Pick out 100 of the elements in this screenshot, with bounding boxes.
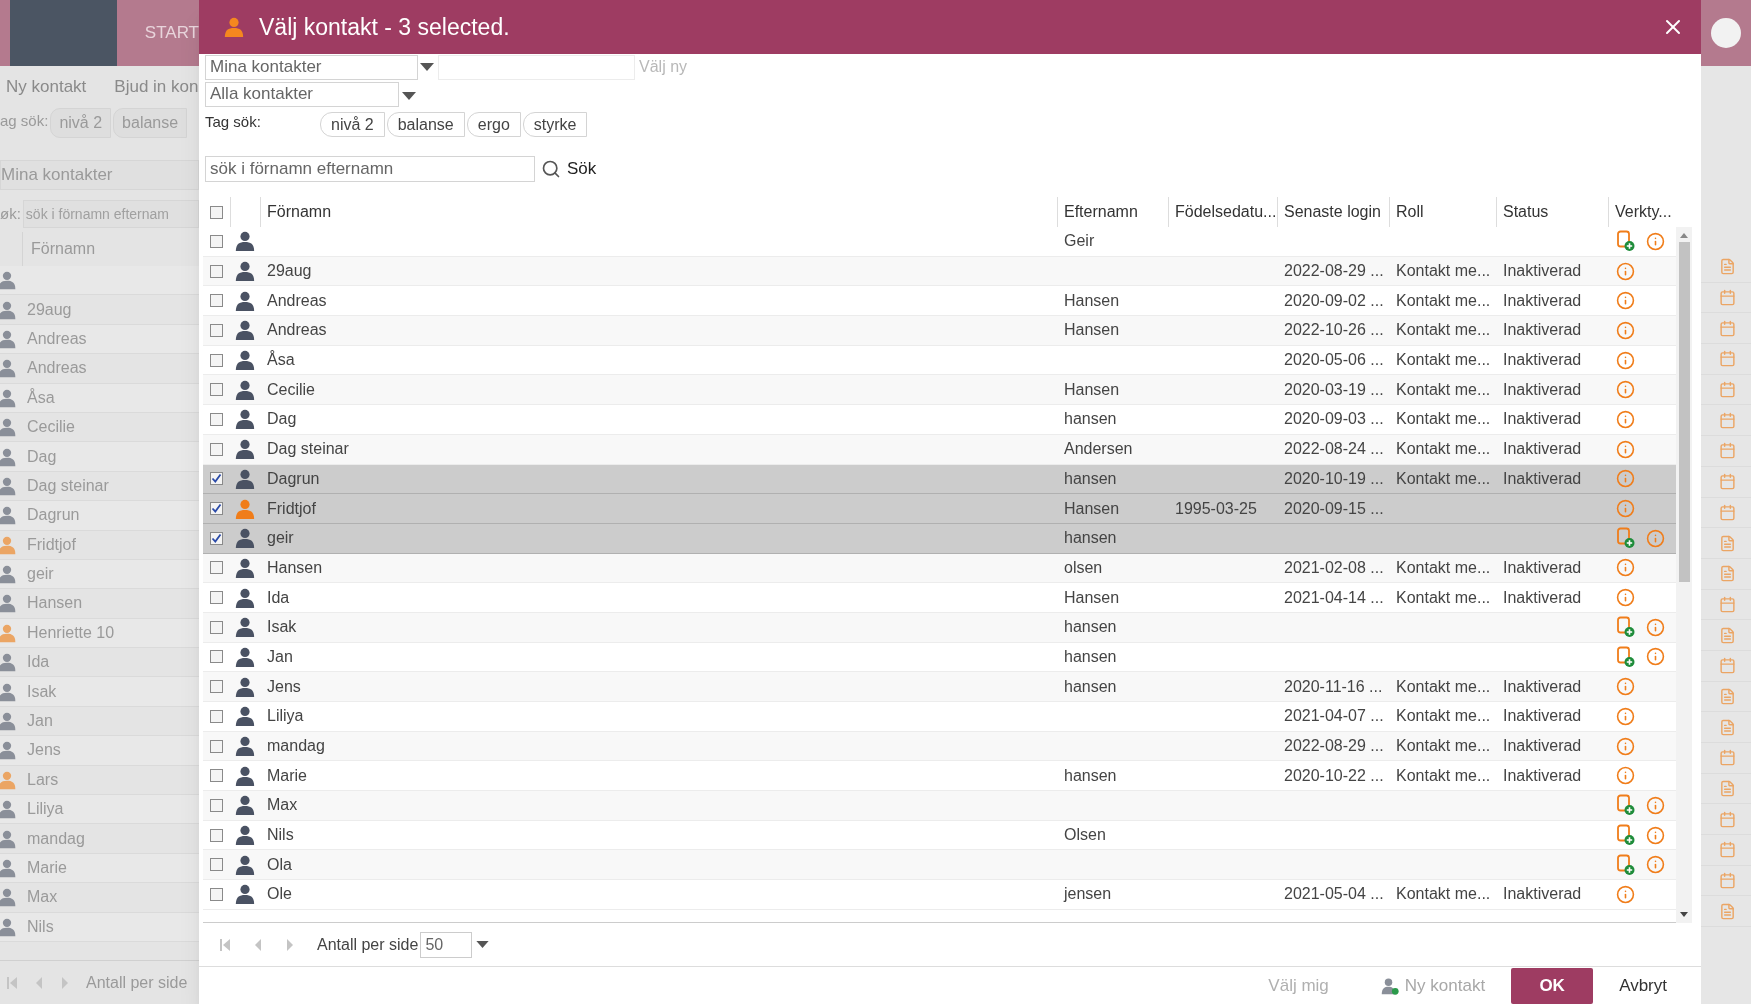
info-icon[interactable] bbox=[1646, 231, 1665, 251]
tag-chip[interactable]: styrke bbox=[522, 112, 588, 137]
calendar-icon[interactable] bbox=[1719, 289, 1736, 307]
info-icon[interactable] bbox=[1646, 617, 1665, 637]
info-icon[interactable] bbox=[1646, 855, 1665, 875]
list-select[interactable]: Mina kontakter bbox=[205, 54, 418, 80]
tag-chip[interactable]: nivå 2 bbox=[320, 112, 385, 137]
column-header[interactable]: Födelsedatu... bbox=[1175, 200, 1277, 224]
checkbox[interactable] bbox=[210, 472, 223, 486]
calendar-icon[interactable] bbox=[1719, 319, 1736, 337]
document-icon[interactable] bbox=[1719, 626, 1736, 644]
checkbox[interactable] bbox=[210, 709, 223, 723]
search-icon[interactable] bbox=[541, 159, 561, 179]
checkbox[interactable] bbox=[210, 858, 223, 872]
first-page-icon[interactable] bbox=[6, 975, 18, 990]
first-page-icon[interactable] bbox=[219, 937, 231, 952]
document-icon[interactable] bbox=[1719, 258, 1736, 276]
info-icon[interactable] bbox=[1646, 647, 1665, 667]
checkbox[interactable] bbox=[210, 264, 223, 278]
checkbox[interactable] bbox=[210, 887, 223, 901]
info-icon[interactable] bbox=[1616, 588, 1635, 608]
scrollbar[interactable] bbox=[1676, 227, 1692, 923]
dropdown-caret-icon[interactable] bbox=[476, 941, 490, 948]
add-document-icon[interactable] bbox=[1616, 794, 1636, 817]
calendar-icon[interactable] bbox=[1719, 872, 1736, 890]
checkbox[interactable] bbox=[210, 383, 223, 397]
checkbox[interactable] bbox=[210, 739, 223, 753]
checkbox[interactable] bbox=[210, 442, 223, 456]
column-header[interactable]: Roll bbox=[1396, 200, 1424, 224]
table-row[interactable]: Andreas Hansen 2022-10-26 ... Kontakt me... Inaktiverad bbox=[203, 316, 1676, 346]
add-document-icon[interactable] bbox=[1616, 527, 1636, 550]
info-icon[interactable] bbox=[1616, 409, 1635, 429]
calendar-icon[interactable] bbox=[1719, 657, 1736, 675]
scroll-down-icon[interactable] bbox=[1680, 912, 1688, 917]
table-row[interactable]: geir hansen bbox=[203, 523, 1676, 554]
document-icon[interactable] bbox=[1719, 687, 1736, 705]
page-size-select[interactable]: 50 bbox=[420, 931, 473, 958]
checkbox[interactable] bbox=[210, 561, 223, 575]
checkbox[interactable] bbox=[210, 353, 223, 367]
table-row[interactable]: Fridtjof Hansen 1995-03-25 2020-09-15 ... bbox=[203, 494, 1676, 524]
calendar-icon[interactable] bbox=[1719, 411, 1736, 429]
table-row[interactable]: Ola bbox=[203, 850, 1676, 881]
search-field[interactable]: sök i förnamn efternamn bbox=[205, 156, 535, 182]
info-icon[interactable] bbox=[1616, 558, 1635, 578]
checkbox[interactable] bbox=[210, 828, 223, 842]
calendar-icon[interactable] bbox=[1719, 350, 1736, 368]
calendar-icon[interactable] bbox=[1719, 503, 1736, 521]
column-header[interactable]: Efternamn bbox=[1064, 200, 1138, 224]
table-row[interactable]: Geir bbox=[203, 227, 1676, 257]
input-field[interactable] bbox=[438, 54, 635, 80]
checkbox[interactable] bbox=[210, 798, 223, 812]
checkbox[interactable] bbox=[210, 620, 223, 634]
checkbox[interactable] bbox=[210, 502, 223, 516]
document-icon[interactable] bbox=[1719, 718, 1736, 736]
info-icon[interactable] bbox=[1616, 884, 1635, 904]
info-icon[interactable] bbox=[1616, 380, 1635, 400]
info-icon[interactable] bbox=[1616, 499, 1635, 519]
column-header[interactable]: Förnamn bbox=[267, 200, 332, 224]
column-header[interactable]: Status bbox=[1503, 200, 1549, 224]
checkbox[interactable] bbox=[210, 680, 223, 694]
tag-chip[interactable]: balanse bbox=[386, 112, 465, 137]
checkbox[interactable] bbox=[210, 205, 223, 219]
next-page-icon[interactable] bbox=[60, 975, 70, 990]
checkbox[interactable] bbox=[210, 294, 223, 308]
avatar[interactable] bbox=[1711, 18, 1741, 48]
table-row[interactable]: 29aug 2022-08-29 ... Kontakt me... Inaktiverad bbox=[203, 256, 1676, 287]
cancel-button[interactable]: Avbryt bbox=[1613, 972, 1673, 999]
info-icon[interactable] bbox=[1616, 677, 1635, 697]
info-icon[interactable] bbox=[1616, 320, 1635, 340]
checkbox[interactable] bbox=[210, 591, 223, 605]
checkbox[interactable] bbox=[210, 234, 223, 248]
table-row[interactable]: Isak hansen bbox=[203, 612, 1676, 643]
calendar-icon[interactable] bbox=[1719, 841, 1736, 859]
info-icon[interactable] bbox=[1616, 261, 1635, 281]
column-header[interactable]: Verkty... bbox=[1615, 200, 1672, 224]
info-icon[interactable] bbox=[1646, 795, 1665, 815]
table-row[interactable]: Hansen olsen 2021-02-08 ... Kontakt me... Inaktiverad bbox=[203, 553, 1676, 584]
ok-button[interactable]: OK bbox=[1511, 967, 1594, 1004]
calendar-icon[interactable] bbox=[1719, 749, 1736, 767]
table-row[interactable]: Cecilie Hansen 2020-03-19 ... Kontakt me... Inaktiverad bbox=[203, 375, 1676, 406]
table-row[interactable]: Dagrun hansen 2020-10-19 ... Kontakt me... Inaktiverad bbox=[203, 464, 1676, 495]
info-icon[interactable] bbox=[1616, 439, 1635, 459]
add-document-icon[interactable] bbox=[1616, 616, 1636, 639]
info-icon[interactable] bbox=[1646, 825, 1665, 845]
document-icon[interactable] bbox=[1719, 534, 1736, 552]
info-icon[interactable] bbox=[1616, 350, 1635, 370]
calendar-icon[interactable] bbox=[1719, 810, 1736, 828]
checkbox[interactable] bbox=[210, 323, 223, 337]
checkbox[interactable] bbox=[210, 412, 223, 426]
add-document-icon[interactable] bbox=[1616, 645, 1636, 668]
checkbox[interactable] bbox=[210, 650, 223, 664]
calendar-icon[interactable] bbox=[1719, 473, 1736, 491]
scroll-up-icon[interactable] bbox=[1680, 233, 1688, 238]
info-icon[interactable] bbox=[1616, 706, 1635, 726]
document-icon[interactable] bbox=[1719, 565, 1736, 583]
add-document-icon[interactable] bbox=[1616, 824, 1636, 847]
info-icon[interactable] bbox=[1646, 528, 1665, 548]
dropdown-caret-icon[interactable] bbox=[420, 63, 434, 71]
search-button[interactable]: Sök bbox=[567, 156, 597, 182]
document-icon[interactable] bbox=[1719, 902, 1736, 920]
